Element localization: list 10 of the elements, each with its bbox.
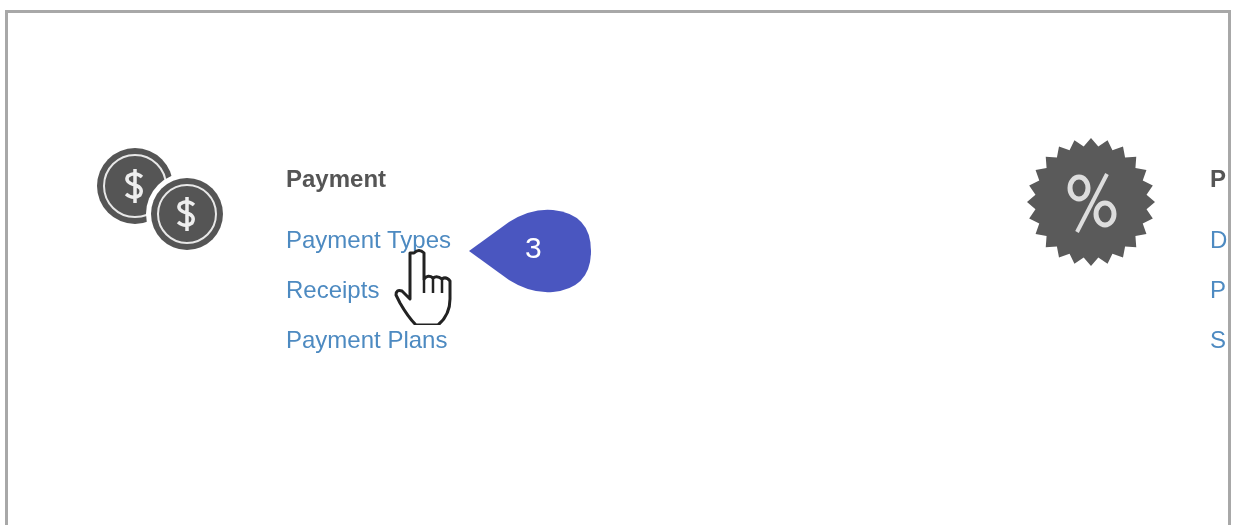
link[interactable]: D	[1210, 225, 1228, 255]
link[interactable]: P	[1210, 275, 1226, 305]
link[interactable]: Receipts	[286, 275, 380, 305]
badge-percent-icon	[1027, 138, 1155, 266]
link[interactable]: Payment Types	[286, 225, 451, 255]
link[interactable]: S	[1210, 325, 1226, 355]
section-heading: Payment	[286, 165, 388, 193]
step-number: 3	[525, 230, 542, 266]
link[interactable]: Payment Plans	[286, 325, 448, 355]
section-heading: P	[1210, 165, 1227, 193]
